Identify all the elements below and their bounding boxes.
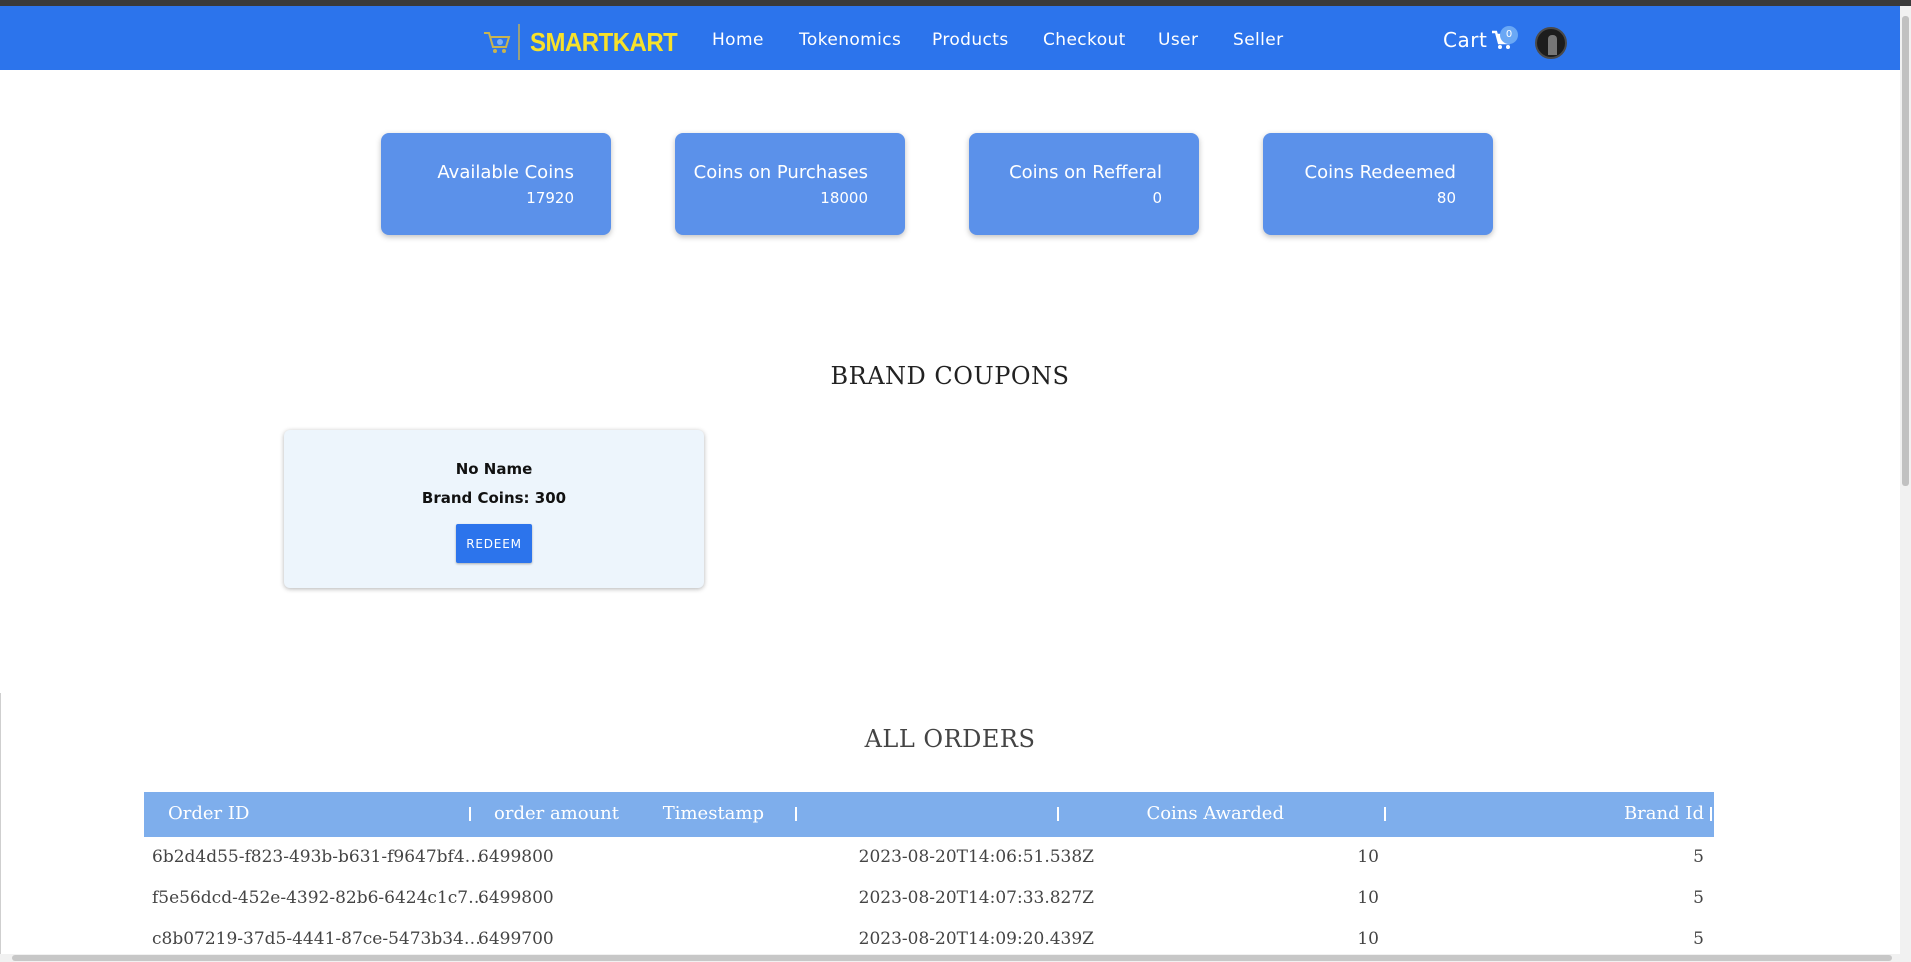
orders-table: Order ID order amount Timestamp Coins Aw… [144,792,1714,960]
cell-order-amount: 6499800 [478,888,554,908]
nav-link-user[interactable]: User [1158,30,1198,50]
column-resize-handle[interactable] [469,807,471,821]
horizontal-scrollbar[interactable] [0,954,1911,962]
stat-card-available-coins: Available Coins 17920 [381,133,611,235]
vertical-scrollbar[interactable] [1900,6,1911,954]
cell-order-id: f5e56dcd-452e-4392-82b6-6424c1c7… [152,888,486,908]
redeem-button[interactable]: REDEEM [456,524,532,563]
column-header-order-amount[interactable]: order amount [494,803,619,824]
stat-title: Coins on Refferal [1009,162,1162,183]
stat-value: 0 [1152,189,1162,207]
cell-order-amount: 6499800 [478,847,554,867]
brand-coupons-heading: BRAND COUPONS [830,362,1070,390]
stat-title: Available Coins [437,162,574,183]
nav-link-seller[interactable]: Seller [1233,30,1284,50]
column-resize-handle[interactable] [1057,807,1059,821]
cell-timestamp: 2023-08-20T14:06:51.538Z [858,847,1094,867]
coupon-card: No Name Brand Coins: 300 REDEEM [284,430,704,588]
cell-coins-awarded: 10 [1357,929,1379,949]
coupon-brand-coins: Brand Coins: 300 [421,489,567,507]
brand-logo[interactable]: SMARTKART [482,24,690,60]
coupon-name: No Name [455,460,533,478]
vertical-scrollbar-thumb[interactable] [1902,16,1909,486]
stat-value: 17920 [526,189,574,207]
cell-brand-id: 5 [1693,847,1704,867]
cell-order-id: c8b07219-37d5-4441-87ce-5473b34… [152,929,481,949]
cell-brand-id: 5 [1693,929,1704,949]
stat-title: Coins on Purchases [693,162,868,183]
cell-coins-awarded: 10 [1357,847,1379,867]
column-header-timestamp[interactable]: Timestamp [663,803,764,824]
nav-link-products[interactable]: Products [932,30,1009,50]
cell-coins-awarded: 10 [1357,888,1379,908]
cell-timestamp: 2023-08-20T14:07:33.827Z [858,888,1094,908]
logo-cart-icon [484,32,511,53]
nav-link-tokenomics[interactable]: Tokenomics [799,30,901,50]
all-orders-heading: ALL ORDERS [864,725,1036,753]
column-resize-handle[interactable] [1384,807,1386,821]
navbar: SMARTKART Home Tokenomics Products Check… [0,6,1900,70]
table-header: Order ID order amount Timestamp Coins Aw… [144,792,1714,837]
stat-title: Coins Redeemed [1304,162,1456,183]
cart-label: Cart [1443,28,1488,52]
table-row[interactable]: f5e56dcd-452e-4392-82b6-6424c1c7… 649980… [144,878,1714,919]
nav-link-checkout[interactable]: Checkout [1043,30,1126,50]
table-row[interactable]: 6b2d4d55-f823-493b-b631-f9647bf4… 649980… [144,837,1714,878]
logo-divider [518,24,520,60]
column-resize-handle[interactable] [1710,807,1712,821]
column-header-coins-awarded[interactable]: Coins Awarded [1146,803,1284,824]
stat-card-coins-on-refferal: Coins on Refferal 0 [969,133,1199,235]
cell-order-id: 6b2d4d55-f823-493b-b631-f9647bf4… [152,847,482,867]
stat-value: 18000 [820,189,868,207]
cart-count-badge: 0 [1500,26,1518,44]
nav-link-home[interactable]: Home [712,30,764,50]
stat-card-coins-on-purchases: Coins on Purchases 18000 [675,133,905,235]
user-avatar[interactable] [1535,27,1567,59]
stat-card-coins-redeemed: Coins Redeemed 80 [1263,133,1493,235]
stat-value: 80 [1436,189,1456,207]
column-resize-handle[interactable] [795,807,797,821]
cell-order-amount: 6499700 [478,929,554,949]
cell-timestamp: 2023-08-20T14:09:20.439Z [858,929,1094,949]
horizontal-scrollbar-thumb[interactable] [12,955,1892,961]
column-header-order-id[interactable]: Order ID [168,803,249,824]
cell-brand-id: 5 [1693,888,1704,908]
column-header-brand-id[interactable]: Brand Id [1624,803,1704,824]
brand-name: SMARTKART [530,26,678,57]
